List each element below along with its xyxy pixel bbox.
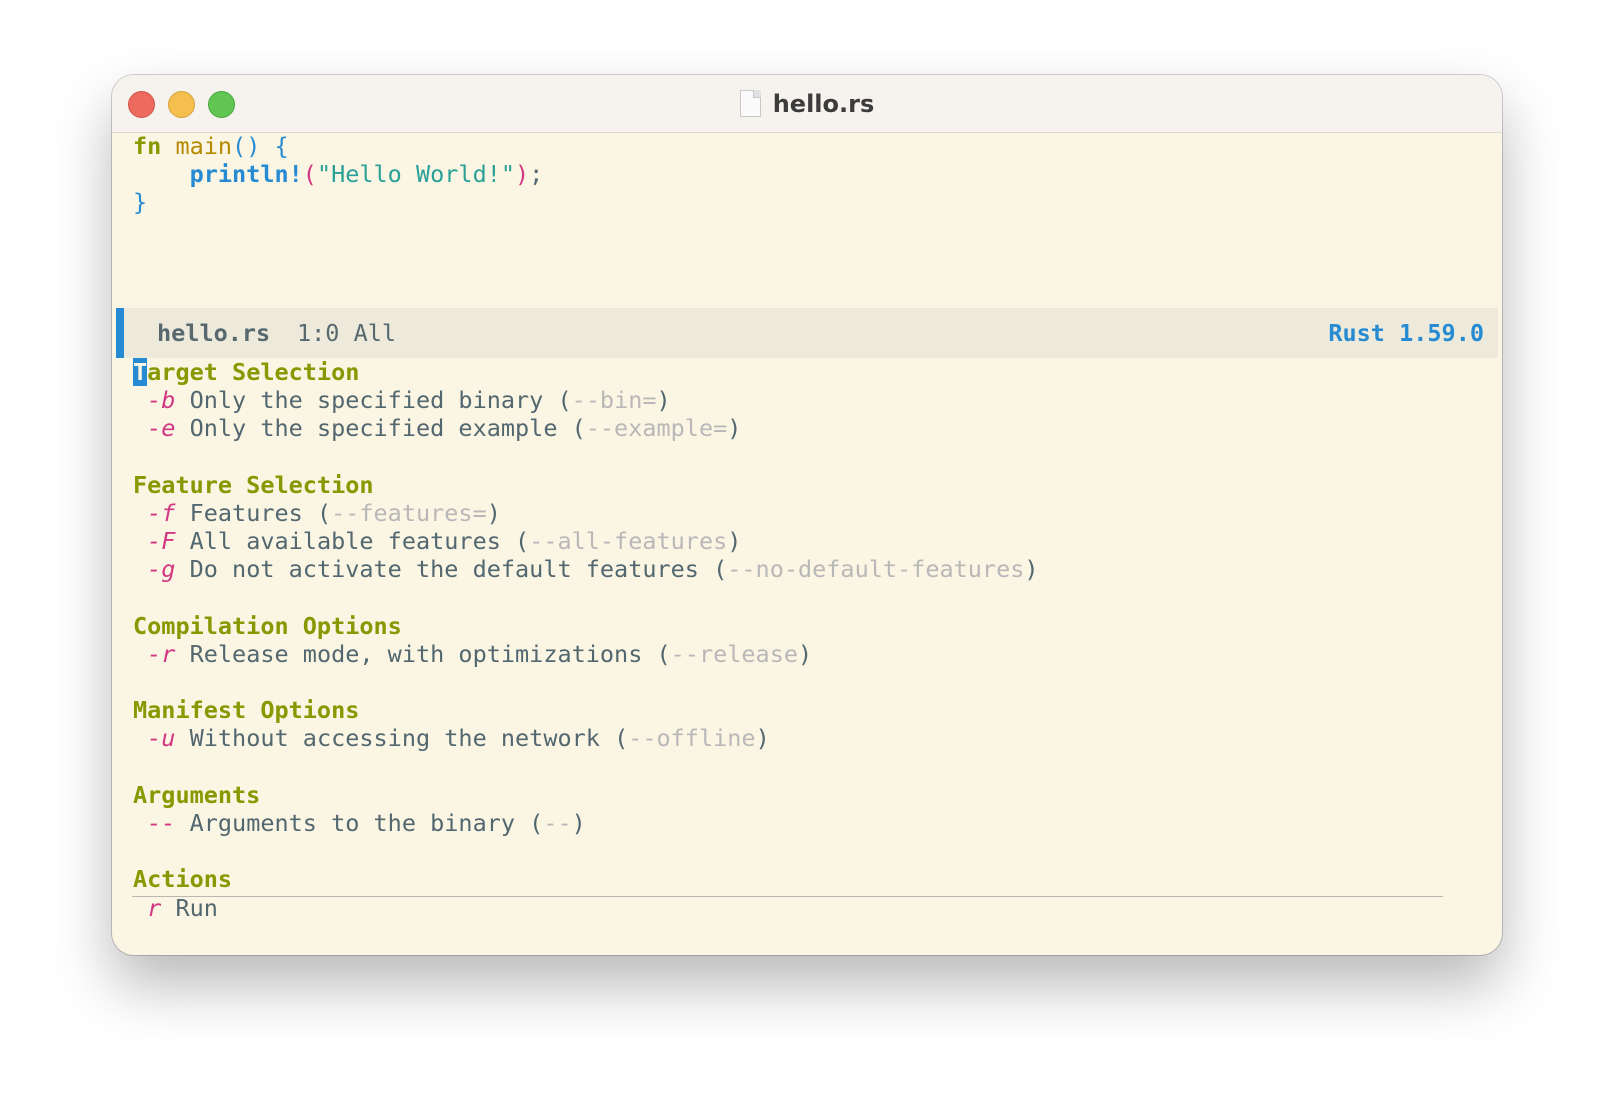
menu-item-key: -g <box>147 555 176 584</box>
menu-item-key: -e <box>147 414 176 443</box>
menu-item-features[interactable]: -f Features (--features=) <box>133 499 1502 527</box>
menu-bottom-divider <box>132 896 1443 897</box>
menu-item-desc: Only the specified example <box>189 414 558 443</box>
section-heading-actions: Actions <box>133 865 233 894</box>
title-bar: hello.rs <box>112 75 1502 133</box>
function-parens: () <box>232 132 261 160</box>
menu-item-no-default-features[interactable]: -g Do not activate the default features … <box>133 555 1502 583</box>
code-line-2: println!("Hello World!"); <box>133 160 1502 188</box>
menu-item-flag: --features= <box>331 498 487 527</box>
window-title: hello.rs <box>772 89 875 118</box>
mode-line: hello.rs 1:0 All Rust 1.59.0 <box>116 308 1498 358</box>
macro-println: println! <box>189 160 303 189</box>
section-heading-manifest-options: Manifest Options <box>133 696 360 725</box>
menu-item-key: -b <box>147 386 176 415</box>
menu-item-flag: --example= <box>585 414 728 443</box>
menu-item-key: -u <box>147 724 176 753</box>
menu-item-flag: --release <box>670 639 798 668</box>
menu-item-desc: Do not activate the default features <box>189 555 699 584</box>
section-heading-arguments: Arguments <box>133 780 261 809</box>
close-brace: } <box>133 188 148 217</box>
menu-item-flag: --bin= <box>571 386 657 415</box>
menu-item-desc: Run <box>175 893 218 922</box>
function-name: main <box>175 132 233 160</box>
document-icon <box>739 90 761 117</box>
mode-line-indicator <box>116 308 124 358</box>
menu-item-flag: -- <box>543 809 572 837</box>
keyword-fn: fn <box>133 132 162 160</box>
editor-window: hello.rs fn main() { println!("Hello Wor… <box>112 75 1502 955</box>
menu-item-key: -- <box>147 809 176 837</box>
menu-item-run[interactable]: r Run <box>133 894 1502 922</box>
section-heading-compilation-options: Compilation Options <box>133 611 402 640</box>
menu-item-all-features[interactable]: -F All available features (--all-feature… <box>133 527 1502 555</box>
semicolon: ; <box>529 160 544 189</box>
section-heading-target-selection: Target Selection <box>133 358 360 386</box>
code-line-1: fn main() { <box>133 132 1502 160</box>
menu-item-desc: Arguments to the binary <box>189 809 516 837</box>
section-heading-feature-selection: Feature Selection <box>133 470 374 499</box>
menu-item-offline[interactable]: -u Without accessing the network (--offl… <box>133 724 1502 752</box>
menu-item-desc: Without accessing the network <box>189 724 600 753</box>
menu-item-release[interactable]: -r Release mode, with optimizations (--r… <box>133 640 1502 668</box>
menu-item-arguments[interactable]: -- Arguments to the binary (--) <box>133 809 1502 837</box>
menu-item-key: -r <box>147 639 176 668</box>
code-line-3: } <box>133 188 1502 216</box>
code-buffer[interactable]: fn main() { println!("Hello World!"); } <box>133 132 1502 217</box>
menu-item-flag: --all-features <box>529 527 728 556</box>
menu-item-desc: Features <box>189 498 303 527</box>
transient-menu: Target Selection -b Only the specified b… <box>133 358 1502 922</box>
macro-close-paren: ) <box>515 160 530 189</box>
menu-item-desc: Release mode, with optimizations <box>189 639 643 668</box>
menu-item-example[interactable]: -e Only the specified example (--example… <box>133 414 1502 442</box>
string-literal: "Hello World!" <box>316 160 516 189</box>
mode-line-buffer-name: hello.rs <box>157 319 271 347</box>
text-cursor: T <box>133 358 148 386</box>
menu-item-desc: Only the specified binary <box>189 386 544 415</box>
menu-item-key: -f <box>147 498 176 527</box>
menu-item-key: -F <box>147 527 176 556</box>
menu-item-flag: --offline <box>628 724 756 753</box>
menu-item-flag: --no-default-features <box>727 555 1025 584</box>
menu-item-bin[interactable]: -b Only the specified binary (--bin=) <box>133 386 1502 414</box>
mode-line-major-mode[interactable]: Rust 1.59.0 <box>1328 308 1484 358</box>
menu-item-desc: All available features <box>189 527 501 556</box>
open-brace: { <box>274 132 289 160</box>
menu-item-key: r <box>147 893 162 922</box>
mode-line-position: 1:0 All <box>297 319 397 347</box>
window-title-wrap: hello.rs <box>112 75 1502 132</box>
macro-open-paren: ( <box>302 160 317 189</box>
